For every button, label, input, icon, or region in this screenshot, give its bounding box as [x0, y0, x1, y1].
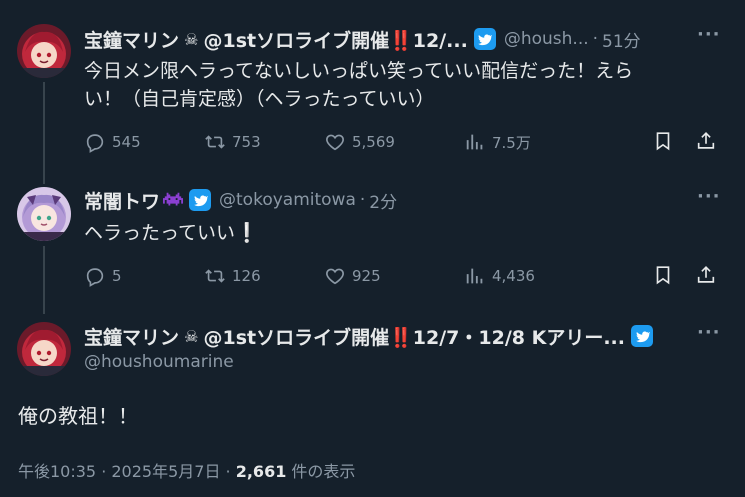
handle[interactable]: @houshoumarine — [84, 352, 234, 372]
tweet-text: 俺の教祖！！ — [18, 404, 138, 428]
reply-icon — [86, 268, 104, 287]
retweet-count: 126 — [232, 267, 261, 285]
tweet-text: 今日メン限ヘラってないしいっぱい笑っていい配信だった！えら い！（自己肯定感）（… — [84, 57, 633, 113]
display-name-suffix[interactable]: @1stソロライブ開催‼️12/... — [204, 26, 468, 53]
share-icon — [697, 266, 715, 283]
retweet-icon — [205, 269, 225, 283]
tweet-text-line: い！（自己肯定感）（ヘラったっていい） — [84, 88, 435, 110]
tweet-header: 宝鐘マリン ☠ @1stソロライブ開催‼️12/... @housh... · … — [84, 26, 641, 53]
timestamp[interactable]: 51分 — [602, 27, 641, 52]
timestamp[interactable]: 2分 — [369, 188, 397, 213]
heart-icon — [326, 268, 344, 285]
reply-button[interactable]: 545 — [84, 131, 204, 153]
views-icon — [466, 268, 483, 284]
tweet-text: ヘラったっていい❕ — [84, 222, 259, 244]
retweet-button[interactable]: 753 — [204, 131, 324, 153]
bookmark-button[interactable] — [652, 264, 674, 286]
bookmark-icon — [656, 266, 670, 285]
like-count: 5,569 — [352, 133, 395, 151]
invader-icon — [163, 192, 184, 206]
view-label: 件の表示 — [286, 462, 356, 481]
avatar[interactable] — [17, 187, 71, 241]
timestamp[interactable]: 午後10:35 · 2025年5月7日 · — [18, 462, 236, 481]
bookmark-icon — [656, 132, 670, 151]
more-icon[interactable]: ··· — [697, 24, 721, 45]
tweet-meta: 午後10:35 · 2025年5月7日 · 2,661 件の表示 — [18, 458, 355, 482]
reply-icon — [86, 134, 104, 153]
display-name[interactable]: 宝鐘マリン — [84, 26, 179, 53]
retweet-count: 753 — [232, 133, 261, 151]
action-bar: 5 126 925 4,436 — [84, 264, 535, 288]
reply-button[interactable]: 5 — [84, 265, 204, 287]
views-icon — [466, 134, 483, 150]
views-button[interactable]: 7.5万 — [464, 131, 531, 153]
share-button[interactable] — [695, 264, 717, 286]
separator-dot: · — [359, 190, 366, 210]
bookmark-button[interactable] — [652, 130, 674, 152]
display-name[interactable]: 常闇トワ — [84, 187, 160, 214]
skull-icon: ☠ — [179, 29, 204, 49]
views-button[interactable]: 4,436 — [464, 265, 535, 287]
retweet-button[interactable]: 126 — [204, 265, 324, 287]
view-count: 4,436 — [492, 267, 535, 285]
like-count: 925 — [352, 267, 381, 285]
avatar[interactable] — [17, 24, 71, 78]
handle[interactable]: @housh... — [504, 29, 589, 49]
share-button[interactable] — [695, 130, 717, 152]
retweet-icon — [205, 135, 225, 149]
tweet-header: 宝鐘マリン ☠ @1stソロライブ開催‼️12/7・12/8 Kアリー... — [84, 323, 653, 350]
share-icon — [697, 132, 715, 149]
thread-line-1 — [43, 82, 45, 184]
action-bar: 545 753 5,569 7.5万 — [84, 130, 531, 154]
reply-count: 5 — [112, 267, 122, 285]
view-count: 7.5万 — [492, 133, 531, 152]
like-button[interactable]: 925 — [324, 265, 464, 287]
skull-icon: ☠ — [179, 326, 204, 346]
like-button[interactable]: 5,569 — [324, 131, 464, 153]
view-count: 2,661 — [235, 462, 287, 481]
more-icon[interactable]: ··· — [697, 322, 721, 343]
reply-count: 545 — [112, 133, 141, 151]
twitter-bird-icon — [473, 28, 496, 50]
display-name[interactable]: 宝鐘マリン — [84, 323, 179, 350]
more-icon[interactable]: ··· — [697, 186, 721, 207]
twitter-bird-icon — [189, 189, 212, 211]
handle[interactable]: @tokoyamitowa — [219, 190, 356, 210]
heart-icon — [326, 134, 344, 151]
thread-line-2 — [43, 246, 45, 314]
separator-dot: · — [592, 29, 599, 49]
tweet-header: 常闇トワ @tokoyamitowa · 2分 — [84, 187, 397, 214]
tweet-text-line: 今日メン限ヘラってないしいっぱい笑っていい配信だった！えら — [84, 60, 634, 82]
display-name-suffix[interactable]: @1stソロライブ開催‼️12/7・12/8 Kアリー... — [204, 323, 625, 350]
avatar[interactable] — [17, 322, 71, 376]
twitter-bird-icon — [631, 325, 653, 347]
